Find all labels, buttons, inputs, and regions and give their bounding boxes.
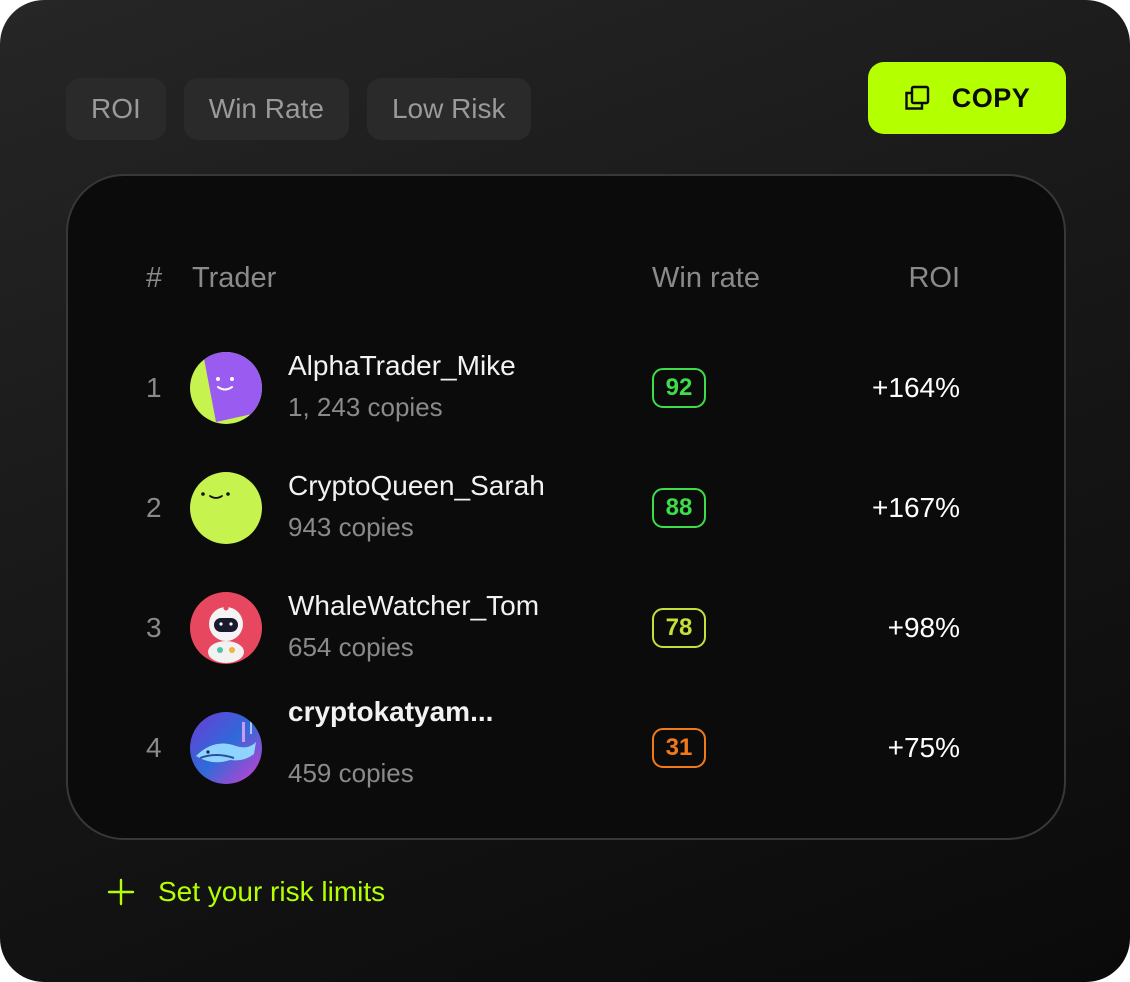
roi-value: +98% [887, 612, 960, 643]
filter-chips: ROI Win Rate Low Risk [66, 78, 531, 140]
win-rate-badge: 88 [652, 488, 706, 528]
copies-count: 459 copies [288, 758, 414, 788]
copies-count: 943 copies [288, 512, 414, 542]
set-risk-limits-label: Set your risk limits [158, 876, 386, 907]
table-row[interactable]: 4 cryptokatyam... 459 copies 31 +75% [68, 696, 1064, 798]
copy-button[interactable]: COPY [868, 62, 1066, 134]
copy-icon [905, 85, 929, 110]
roi-value: +75% [887, 732, 960, 763]
header-rank: # [146, 262, 163, 294]
filter-chip-low-risk[interactable]: Low Risk [366, 78, 531, 140]
lime-smiley-avatar [190, 472, 262, 544]
row-rank: 2 [146, 492, 162, 523]
row-rank: 4 [146, 732, 162, 763]
copies-count: 654 copies [288, 632, 414, 662]
copy-trading-card: ROI Win Rate Low Risk COPY # Trader Win … [0, 0, 1130, 982]
row-rank: 1 [146, 372, 162, 403]
header-win-rate: Win rate [652, 262, 760, 294]
win-rate-badge: 78 [652, 608, 706, 648]
table-row[interactable]: 2 CryptoQueen_Sarah 943 copies 88 +167% [68, 458, 1064, 558]
trader-name[interactable]: WhaleWatcher_Tom [288, 590, 539, 622]
trader-name[interactable]: cryptokatyam... [288, 696, 493, 728]
win-rate-badge: 92 [652, 368, 706, 408]
copies-count: 1, 243 copies [288, 392, 443, 422]
filter-chip-win-rate[interactable]: Win Rate [183, 78, 349, 140]
table-row[interactable]: 1 AlphaTrader_Mike 1, 243 copies 92 +164… [68, 338, 1064, 438]
roi-value: +164% [872, 372, 960, 403]
trader-name[interactable]: CryptoQueen_Sarah [288, 470, 545, 502]
whale-avatar [190, 712, 262, 784]
win-rate-badge: 31 [652, 728, 706, 768]
set-risk-limits-link[interactable]: Set your risk limits [106, 876, 385, 908]
astronaut-avatar [190, 592, 262, 664]
plus-icon [107, 878, 135, 906]
filter-chip-roi[interactable]: ROI [66, 78, 166, 140]
copy-button-label: COPY [951, 82, 1031, 113]
purple-lime-smiley-avatar [190, 352, 262, 424]
header-roi: ROI [908, 262, 960, 294]
trader-name[interactable]: AlphaTrader_Mike [288, 350, 516, 382]
header-trader: Trader [192, 262, 277, 294]
roi-value: +167% [872, 492, 960, 523]
table-row[interactable]: 3 WhaleWatcher_Tom 654 copies 78 +98% [68, 578, 1064, 678]
traders-table: # Trader Win rate ROI 1 AlphaTrader_Mike… [66, 174, 1066, 840]
row-rank: 3 [146, 612, 162, 643]
